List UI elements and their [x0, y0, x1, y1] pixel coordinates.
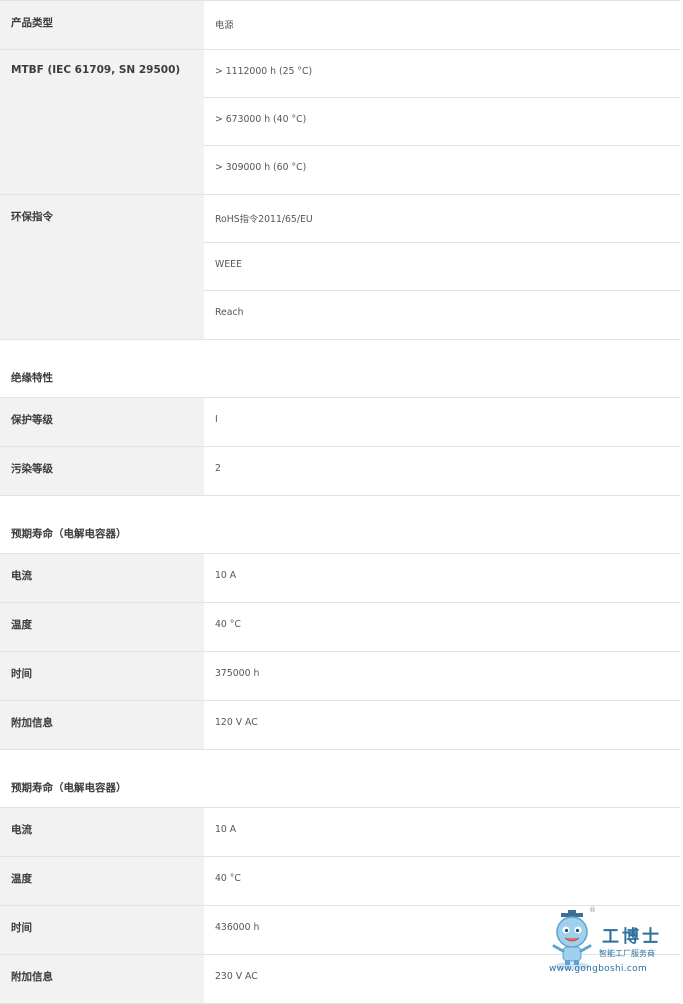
mascot-icon	[552, 910, 592, 970]
row-value: 375000 h	[215, 668, 260, 679]
row-label: 时间	[0, 906, 204, 954]
row-label: 温度	[0, 603, 204, 651]
row-value: Reach	[215, 307, 244, 318]
section-heading-life-2: 预期寿命（电解电容器）	[0, 750, 680, 808]
row-value: > 1112000 h (25 °C)	[204, 50, 680, 98]
table-row: 产品类型 电源	[0, 1, 680, 50]
row-value: RoHS指令2011/65/EU	[204, 195, 680, 243]
row-label: 电流	[0, 554, 204, 602]
row-label-mtbf: MTBF (IEC 61709, SN 29500)	[0, 50, 204, 194]
row-label: 附加信息	[0, 701, 204, 749]
row-label: 保护等级	[0, 398, 204, 446]
table-row: 污染等级 2	[0, 447, 680, 496]
row-value: 2	[215, 463, 221, 474]
table-row: 环保指令 RoHS指令2011/65/EU WEEE Reach	[0, 195, 680, 340]
table-row: 保护等级 I	[0, 398, 680, 447]
row-label: 温度	[0, 857, 204, 905]
row-value: 电源	[215, 20, 234, 31]
table-row: 电流 10 A	[0, 554, 680, 603]
section-heading-insulation: 绝缘特性	[0, 340, 680, 398]
spec-table: 产品类型 电源 MTBF (IEC 61709, SN 29500) > 111…	[0, 0, 680, 1004]
watermark-logo: ® 工博士 智能工厂服务商 www.gongboshi.com	[546, 906, 676, 982]
row-value: 40 °C	[215, 619, 241, 630]
row-label-product-type: 产品类型	[0, 1, 204, 49]
brand-url: www.gongboshi.com	[549, 964, 648, 974]
row-label: 附加信息	[0, 955, 204, 1003]
row-value: WEEE	[204, 243, 680, 291]
table-row: 时间 375000 h	[0, 652, 680, 701]
registered-mark: ®	[589, 906, 596, 914]
row-value: 10 A	[215, 570, 237, 581]
table-row: 电流 10 A	[0, 808, 680, 857]
table-row: 附加信息 120 V AC	[0, 701, 680, 750]
row-value: 120 V AC	[215, 717, 258, 728]
row-value: 40 °C	[215, 873, 241, 884]
row-label: 电流	[0, 808, 204, 856]
row-label: 污染等级	[0, 447, 204, 495]
brand-slogan: 智能工厂服务商	[599, 949, 655, 958]
table-row: 温度 40 °C	[0, 857, 680, 906]
row-value: > 673000 h (40 °C)	[204, 98, 680, 146]
table-row: MTBF (IEC 61709, SN 29500) > 1112000 h (…	[0, 50, 680, 195]
brand-name: 工博士	[602, 927, 662, 947]
row-value: > 309000 h (60 °C)	[215, 162, 307, 173]
row-value: I	[215, 414, 218, 425]
table-row: 温度 40 °C	[0, 603, 680, 652]
row-label: 时间	[0, 652, 204, 700]
section-heading-life-1: 预期寿命（电解电容器）	[0, 496, 680, 554]
row-label-environment: 环保指令	[0, 195, 204, 339]
row-value: 10 A	[215, 824, 237, 835]
